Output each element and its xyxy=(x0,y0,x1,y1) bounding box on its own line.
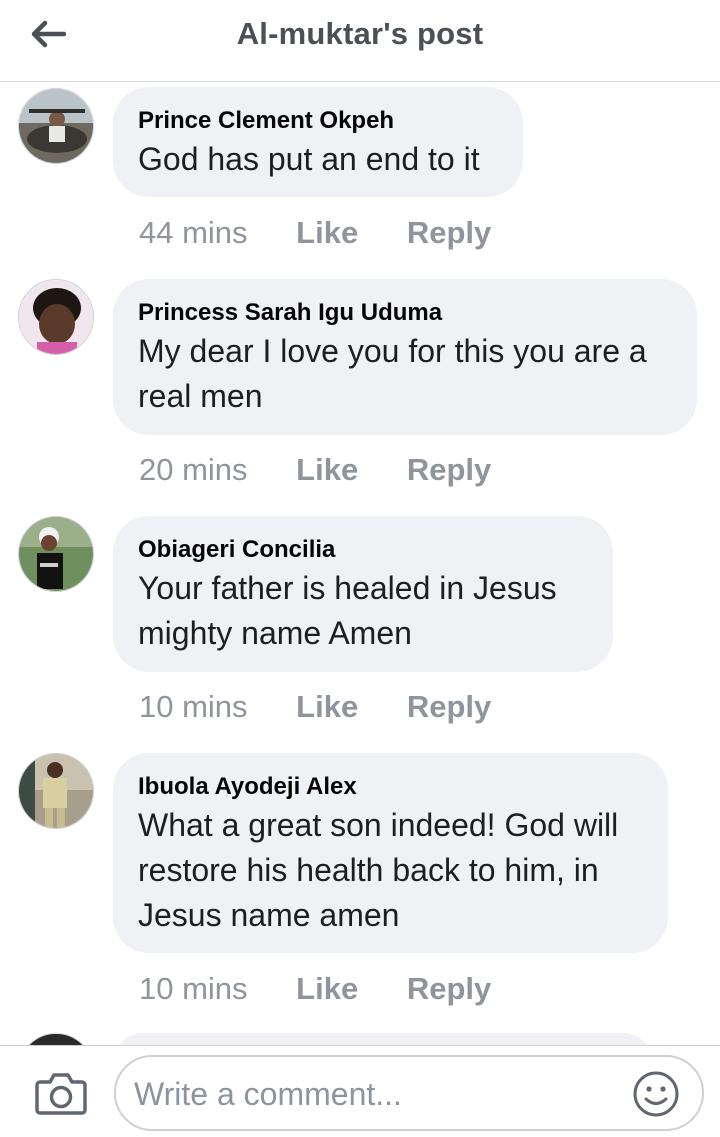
reply-button[interactable]: Reply xyxy=(407,452,491,488)
emoji-button[interactable] xyxy=(632,1070,680,1118)
avatar[interactable] xyxy=(18,279,94,355)
comment-text: God has put an end to it xyxy=(138,141,480,177)
like-button[interactable]: Like xyxy=(296,689,358,725)
comment-timestamp[interactable]: 10 mins xyxy=(139,971,248,1007)
avatar-photo xyxy=(19,89,93,163)
comment-text: Your father is healed in Jesus mighty na… xyxy=(138,570,557,651)
comment-input[interactable] xyxy=(132,1067,616,1121)
avatar[interactable] xyxy=(18,753,94,829)
comment-bubble[interactable]: Obiageri Concilia Your father is healed … xyxy=(113,516,613,672)
comment-list[interactable]: Prince Clement Okpeh God has put an end … xyxy=(0,83,720,1045)
camera-icon xyxy=(35,1073,87,1115)
comment-timestamp[interactable]: 20 mins xyxy=(139,452,248,488)
like-button[interactable]: Like xyxy=(296,971,358,1007)
comment-actions: 10 mins Like Reply xyxy=(139,689,491,725)
comment-text: My dear I love you for this you are a re… xyxy=(138,333,647,414)
top-bar: Al-muktar's post xyxy=(0,0,720,82)
comment-composer xyxy=(0,1045,720,1137)
avatar[interactable] xyxy=(18,1033,94,1045)
comment-text: What a great son indeed! God will restor… xyxy=(138,807,619,933)
avatar[interactable] xyxy=(18,516,94,592)
comment-bubble[interactable]: Prince Clement Okpeh God has put an end … xyxy=(113,87,523,197)
comment-actions: 10 mins Like Reply xyxy=(139,971,491,1007)
comment-actions: 20 mins Like Reply xyxy=(139,452,491,488)
comment-author[interactable]: Princess Sarah Igu Uduma xyxy=(138,299,671,327)
reply-button[interactable]: Reply xyxy=(407,215,491,251)
comment-bubble[interactable]: Princess Sarah Igu Uduma My dear I love … xyxy=(113,279,697,435)
comment-actions: 44 mins Like Reply xyxy=(139,215,491,251)
avatar-photo xyxy=(19,517,93,591)
camera-button[interactable] xyxy=(34,1070,88,1116)
comment-timestamp[interactable]: 44 mins xyxy=(139,215,248,251)
comment-author[interactable]: Ibuola Ayodeji Alex xyxy=(138,773,642,801)
like-button[interactable]: Like xyxy=(296,452,358,488)
smiley-icon xyxy=(633,1071,679,1117)
avatar-photo xyxy=(19,280,93,354)
comment-author[interactable]: Obiageri Concilia xyxy=(138,536,587,564)
like-button[interactable]: Like xyxy=(296,215,358,251)
comment-bubble[interactable] xyxy=(113,1033,653,1045)
reply-button[interactable]: Reply xyxy=(407,689,491,725)
comment-timestamp[interactable]: 10 mins xyxy=(139,689,248,725)
comment-input-box[interactable] xyxy=(114,1055,704,1131)
reply-button[interactable]: Reply xyxy=(407,971,491,1007)
avatar-photo xyxy=(19,754,93,828)
comment-bubble[interactable]: Ibuola Ayodeji Alex What a great son ind… xyxy=(113,753,668,953)
comment-author[interactable]: Prince Clement Okpeh xyxy=(138,107,497,135)
page-title: Al-muktar's post xyxy=(236,16,484,51)
avatar[interactable] xyxy=(18,88,94,164)
